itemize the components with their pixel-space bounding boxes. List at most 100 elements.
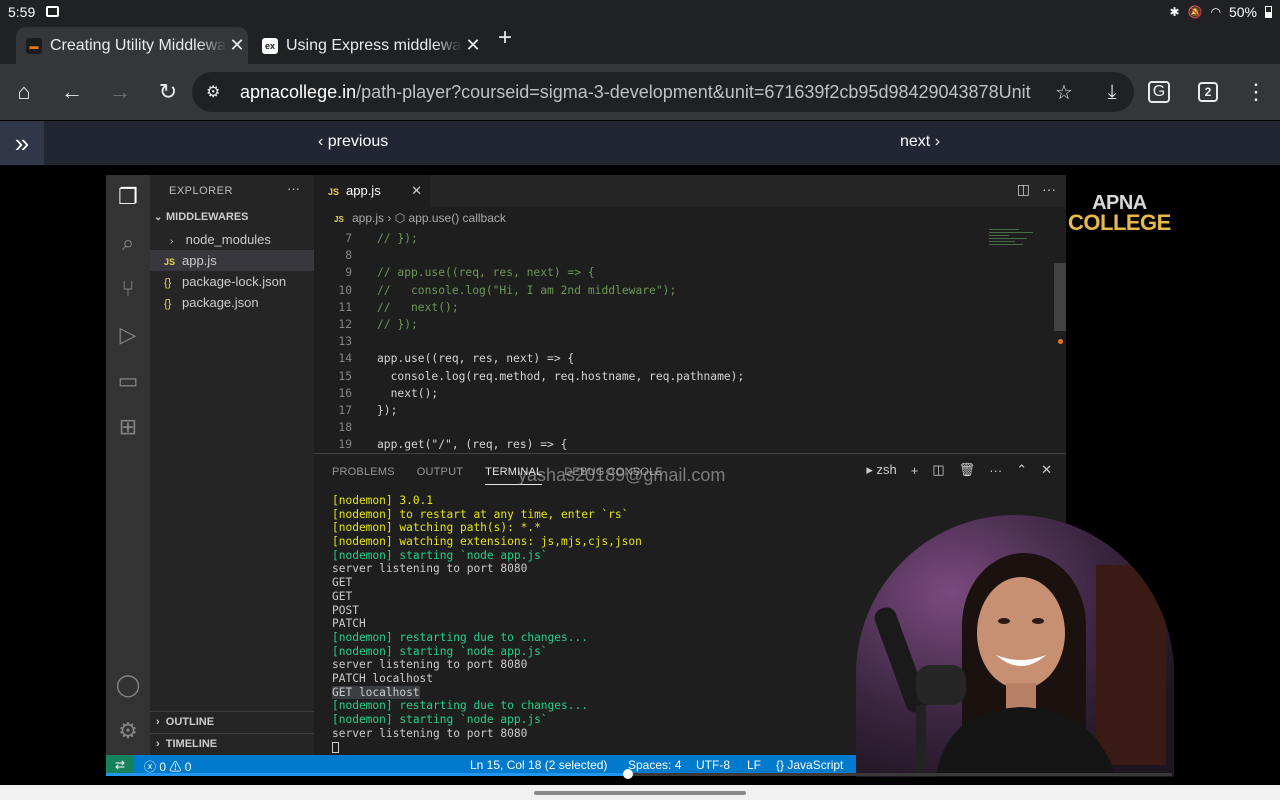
reload-icon[interactable]: ↻ (156, 79, 180, 104)
line-number: 14 (338, 352, 352, 366)
tree-item-package-json: {} package.json (150, 292, 314, 313)
terminal-line: GET localhost (332, 685, 420, 699)
editor-scrollbar (1054, 263, 1066, 331)
url-text[interactable]: apnacollege.in/path-player?courseid=sigm… (240, 82, 1031, 103)
forward-arrow-icon[interactable]: → (108, 79, 132, 104)
trash-icon: 🗑 (958, 462, 976, 477)
apna-college-favicon-icon: ▬ (26, 37, 42, 54)
browser-toolbar: ⌂ ← → ↻ ⚙ apnacollege.in/path-player?cou… (0, 64, 1280, 120)
more-actions-icon: ··· (1042, 181, 1056, 197)
editor-tab-app-js: JS app.js ✕ (314, 175, 430, 207)
site-settings-icon[interactable]: ⚙ (206, 82, 220, 102)
home-icon[interactable]: ⌂ (12, 79, 36, 104)
code-line: // console.log("Hi, I am 2nd middleware"… (377, 283, 677, 297)
js-file-icon: JS (164, 257, 176, 267)
close-tab-icon[interactable]: ✕ (226, 35, 248, 56)
run-debug-icon: ▷ (119, 322, 137, 347)
remote-explorer-icon: ▭ (117, 368, 139, 393)
line-number: 19 (338, 438, 352, 452)
download-icon[interactable]: ⤓ (1100, 80, 1124, 104)
outline-section: › OUTLINE (150, 711, 314, 732)
remote-indicator-icon: ⇄ (106, 755, 134, 775)
bookmark-star-icon[interactable]: ☆ (1052, 80, 1076, 104)
new-terminal-plus-icon: + (910, 462, 919, 478)
line-number: 9 (345, 266, 352, 280)
json-file-icon: {} (164, 277, 172, 289)
tree-item-package-lock: {} package-lock.json (150, 271, 314, 292)
terminal-line: [nodemon] watching extensions: js,mjs,cj… (332, 535, 642, 549)
browser-tab-strip: ▬ Creating Utility Middleware ✕ ex Using… (0, 24, 1280, 64)
terminal-line: server listening to port 8080 (332, 658, 528, 672)
source-control-icon: ⑂ (121, 276, 135, 301)
more-actions-icon: ··· (287, 181, 300, 196)
code-line: // next(); (377, 300, 459, 314)
explorer-files-icon: ❐ (118, 184, 138, 209)
close-tab-icon[interactable]: ✕ (462, 35, 484, 56)
tab-title: Creating Utility Middleware (50, 36, 226, 54)
browser-tab-active[interactable]: ▬ Creating Utility Middleware ✕ (16, 27, 248, 64)
terminal-line: [nodemon] 3.0.1 (332, 494, 434, 507)
code-line: }); (377, 404, 398, 417)
indentation: Spaces: 4 (628, 758, 682, 772)
split-editor-icon: ◫ (1016, 181, 1030, 197)
extensions-icon: ⊞ (118, 414, 138, 439)
close-icon: ✕ (411, 183, 422, 198)
browser-tab-inactive[interactable]: ex Using Express middleware ✕ (252, 27, 488, 64)
new-tab-plus-icon[interactable]: + (498, 26, 512, 50)
line-number: 8 (345, 249, 352, 263)
terminal-line: [nodemon] restarting due to changes... (332, 699, 588, 713)
previous-link[interactable]: ‹ previous (318, 133, 388, 151)
code-line: app.get("/", (req, res) => { (377, 438, 568, 452)
home-gesture-handle[interactable] (534, 791, 746, 795)
line-number: 17 (338, 404, 352, 417)
next-link[interactable]: next › (900, 133, 940, 151)
video-seek-handle[interactable] (623, 769, 634, 779)
tab-title: Using Express middleware (286, 36, 462, 54)
tab-switcher-button[interactable]: 2 (1198, 82, 1218, 102)
settings-gear-icon: ⚙ (118, 718, 138, 743)
gesture-nav-bar (0, 785, 1280, 800)
apna-college-logo: APNA COLLEGE (1068, 192, 1171, 235)
account-icon: ◯ (115, 672, 141, 697)
encoding: UTF-8 (696, 758, 730, 772)
code-editor: 7 // }); 8 9 // app.use((req, res, next) => … (314, 232, 994, 453)
video-player[interactable]: ❐ ⌕ ⑂ ▷ ▭ ⊞ ◯ ⚙ EXPLORER ··· ⌄ MIDDLEWARE… (0, 165, 1280, 785)
end-of-line: LF (747, 758, 762, 772)
line-number: 13 (338, 335, 352, 349)
menu-kebab-icon[interactable]: ⋮ (1244, 79, 1268, 104)
explorer-sidebar: EXPLORER ··· ⌄ MIDDLEWARES › node_modules… (150, 175, 314, 755)
terminal-output: [nodemon] 3.0.1 [nodemon] to restart at a… (332, 494, 642, 754)
timeline-section: › TIMELINE (150, 733, 314, 754)
code-line: app.use((req, res, next) => { (377, 352, 575, 366)
code-line: // }); (377, 232, 418, 245)
more-actions-icon: ··· (989, 462, 1003, 478)
terminal-shell-label: ▸ zsh (866, 462, 897, 477)
address-bar[interactable]: ⚙ apnacollege.in/path-player?courseid=si… (192, 72, 1134, 112)
terminal-line: PATCH (332, 617, 366, 631)
cursor-position: Ln 15, Col 18 (2 selected) (470, 758, 608, 772)
record-dot (1058, 339, 1063, 344)
line-number: 15 (338, 369, 352, 383)
mute-icon: 🔕 (1187, 5, 1203, 19)
terminal-line: [nodemon] starting `node app.js` (332, 644, 548, 658)
course-player-nav: » ‹ previous next › (0, 121, 1280, 165)
line-number: 18 (338, 421, 352, 435)
translate-icon[interactable]: G (1148, 81, 1170, 103)
back-arrow-icon[interactable]: ← (60, 79, 84, 104)
language-mode: {} JavaScript (776, 758, 844, 772)
terminal-line: [nodemon] starting `node app.js` (332, 713, 548, 726)
video-seek-bar[interactable] (106, 769, 1172, 779)
maximize-chevron-icon: ⌃ (1016, 462, 1028, 477)
line-number: 16 (338, 386, 352, 400)
terminal-line: PATCH localhost (332, 671, 434, 685)
bluetooth-icon: ✱ (1169, 5, 1180, 19)
terminal-line: [nodemon] starting `node app.js` (332, 548, 548, 562)
line-number: 10 (338, 283, 352, 297)
expand-sidebar-chevrons-icon[interactable]: » (0, 121, 44, 165)
terminal-icon: ▸ (866, 462, 873, 477)
video-progress-fill (106, 773, 629, 776)
tree-item-app-js: JS app.js (150, 250, 314, 271)
terminal-line: server listening to port 8080 (332, 562, 528, 576)
minimap (989, 229, 1049, 269)
activity-bar: ❐ ⌕ ⑂ ▷ ▭ ⊞ ◯ ⚙ (106, 175, 150, 755)
